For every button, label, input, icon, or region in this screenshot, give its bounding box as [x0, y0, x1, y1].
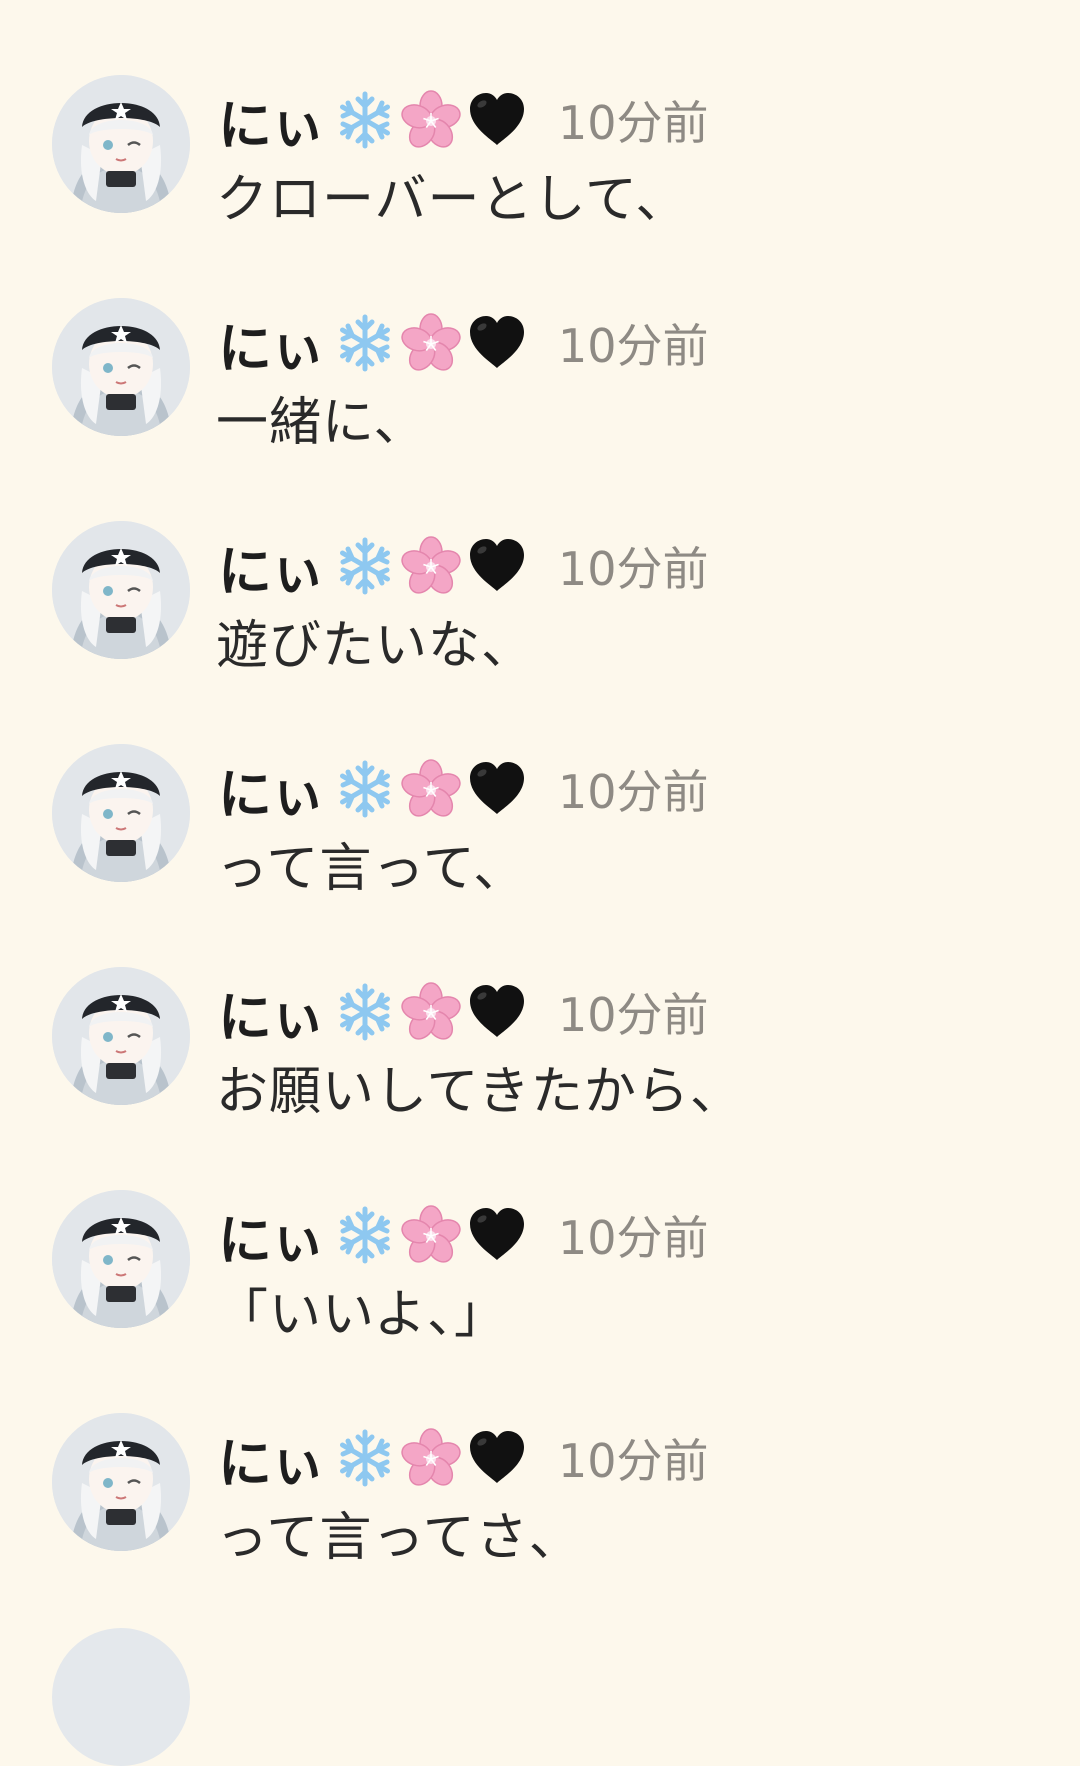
black-heart-icon — [466, 1427, 528, 1489]
timestamp: 10分前 — [558, 1434, 709, 1488]
avatar[interactable] — [52, 967, 190, 1105]
black-heart-icon — [466, 312, 528, 374]
snowflake-icon — [334, 758, 396, 820]
black-heart-icon — [466, 981, 528, 1043]
message-row[interactable]: にぃ 10分前 — [0, 744, 1080, 944]
cherry-blossom-icon — [400, 312, 462, 374]
message-header: にぃ 10分前 — [218, 754, 709, 826]
message-row[interactable]: にぃ 10分前 — [0, 521, 1080, 721]
message-row[interactable]: にぃ 10分前 — [0, 75, 1080, 275]
message-feed: にぃ 10分前 クローバーとして、 にぃ 10分前 一緒に、 にぃ 10分前 遊… — [0, 0, 1080, 1766]
message-text: って言って、 — [216, 839, 527, 899]
user-name[interactable]: にぃ — [218, 81, 325, 160]
avatar[interactable] — [52, 298, 190, 436]
cherry-blossom-icon — [400, 758, 462, 820]
snowflake-icon — [334, 1204, 396, 1266]
user-name[interactable]: にぃ — [218, 1196, 325, 1275]
message-row[interactable]: にぃ 10分前 — [0, 298, 1080, 498]
message-header: にぃ 10分前 — [218, 531, 709, 603]
message-text: って言ってさ、 — [216, 1508, 582, 1568]
timestamp: 10分前 — [558, 542, 709, 596]
message-header: にぃ 10分前 — [218, 1423, 709, 1495]
black-heart-icon — [466, 535, 528, 597]
cherry-blossom-icon — [400, 981, 462, 1043]
message-row[interactable]: にぃ 10分前 — [0, 1413, 1080, 1613]
cherry-blossom-icon — [400, 535, 462, 597]
user-name[interactable]: にぃ — [218, 304, 325, 383]
snowflake-icon — [334, 535, 396, 597]
message-header: にぃ 10分前 — [218, 977, 709, 1049]
user-name[interactable]: にぃ — [218, 527, 325, 606]
timestamp: 10分前 — [558, 96, 709, 150]
message-row[interactable]: にぃ 10分前 — [0, 1190, 1080, 1390]
cherry-blossom-icon — [400, 1427, 462, 1489]
message-text: 一緒に、 — [216, 393, 427, 453]
avatar[interactable] — [52, 1628, 190, 1766]
message-text: クローバーとして、 — [216, 170, 689, 230]
user-name[interactable]: にぃ — [218, 750, 325, 829]
cherry-blossom-icon — [400, 89, 462, 151]
message-text: 遊びたいな、 — [216, 616, 535, 676]
message-text: 「いいよ、」 — [216, 1285, 507, 1345]
message-text: お願いしてきたから、 — [216, 1062, 743, 1122]
snowflake-icon — [334, 1427, 396, 1489]
black-heart-icon — [466, 1204, 528, 1266]
black-heart-icon — [466, 89, 528, 151]
cherry-blossom-icon — [400, 1204, 462, 1266]
timestamp: 10分前 — [558, 319, 709, 373]
message-header: にぃ 10分前 — [218, 85, 709, 157]
avatar[interactable] — [52, 1190, 190, 1328]
snowflake-icon — [334, 312, 396, 374]
message-header: にぃ 10分前 — [218, 1200, 709, 1272]
avatar[interactable] — [52, 75, 190, 213]
snowflake-icon — [334, 89, 396, 151]
avatar[interactable] — [52, 744, 190, 882]
timestamp: 10分前 — [558, 988, 709, 1042]
black-heart-icon — [466, 758, 528, 820]
timestamp: 10分前 — [558, 1211, 709, 1265]
avatar[interactable] — [52, 1413, 190, 1551]
message-header: にぃ 10分前 — [218, 308, 709, 380]
message-row[interactable]: にぃ 10分前 — [0, 967, 1080, 1167]
user-name[interactable]: にぃ — [218, 1419, 325, 1498]
user-name[interactable]: にぃ — [218, 973, 325, 1052]
snowflake-icon — [334, 981, 396, 1043]
timestamp: 10分前 — [558, 765, 709, 819]
avatar[interactable] — [52, 521, 190, 659]
